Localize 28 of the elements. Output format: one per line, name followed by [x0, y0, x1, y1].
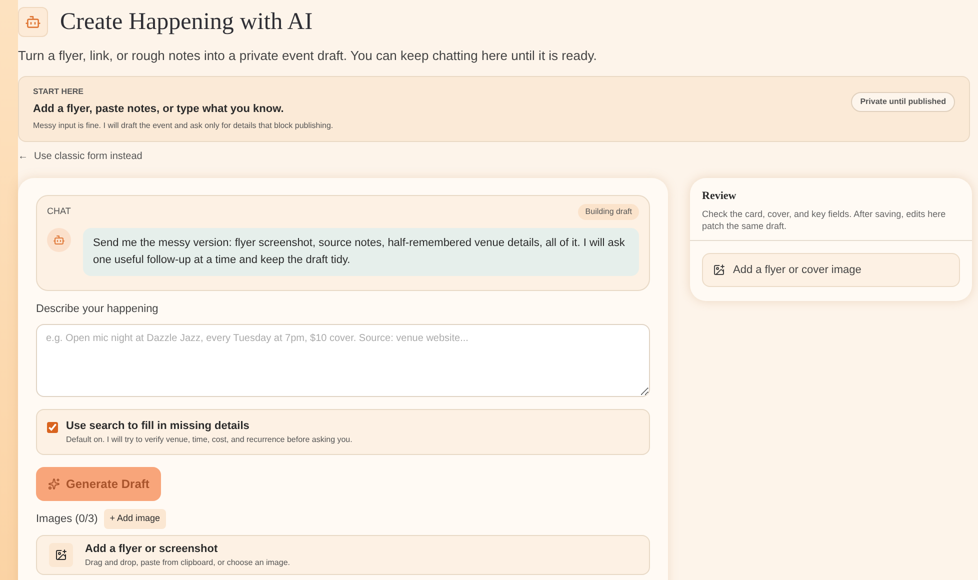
- image-add-icon: [713, 264, 725, 276]
- robot-icon: [18, 7, 48, 37]
- page-subtitle: Turn a flyer, link, or rough notes into a private event draft. You can keep chatting here until it is ready.: [18, 47, 598, 65]
- page-title: Create Happening with AI: [60, 8, 313, 37]
- start-body: Messy input is fine. I will draft the event and ask only for details that block publishing.: [33, 120, 334, 132]
- chat-label: CHAT: [47, 205, 71, 218]
- drop-hint: Drag and drop, paste from clipboard, or choose an image.: [85, 557, 290, 569]
- bot-avatar-icon: [47, 228, 71, 252]
- start-heading: Add a flyer, paste notes, or type what you know.: [33, 102, 285, 116]
- chat-message: Send me the messy version: flyer screenshot, source notes, half-remembered venue details, all of it. I will ask one useful follow-up at a time and keep the draft tidy.: [83, 228, 639, 276]
- review-body: Check the card, cover, and key fields. After saving, edits here patch the same draft.: [702, 208, 947, 232]
- image-drop-zone[interactable]: Add a flyer or screenshot Drag and drop, paste from clipboard, or choose an image.: [36, 534, 650, 575]
- field-label: Describe your happening: [36, 302, 160, 317]
- drop-title: Add a flyer or screenshot: [85, 542, 219, 556]
- eyebrow-label: START HERE: [33, 86, 85, 98]
- describe-field[interactable]: e.g. Open mic night at Dazzle Jazz, every Tuesday at 7pm, $10 cover. Source: venue website...: [36, 324, 650, 396]
- image-add-icon: [49, 542, 73, 567]
- option-hint: Default on. I will try to verify venue, time, cost, and recurrence before asking you.: [66, 434, 352, 446]
- classic-form-link[interactable]: ← Use classic form instead: [18, 149, 142, 164]
- status-badge: Building draft: [578, 204, 639, 220]
- add-image-button[interactable]: + Add image: [104, 509, 166, 528]
- search-checkbox[interactable]: [47, 422, 58, 432]
- privacy-badge: Private until published: [851, 92, 955, 112]
- images-label: Images (0/3): [36, 512, 98, 526]
- option-label: Use search to fill in missing details: [66, 418, 250, 434]
- sparkles-icon: [48, 478, 60, 490]
- add-cover-button[interactable]: Add a flyer or cover image: [702, 252, 960, 287]
- review-title: Review: [702, 189, 738, 204]
